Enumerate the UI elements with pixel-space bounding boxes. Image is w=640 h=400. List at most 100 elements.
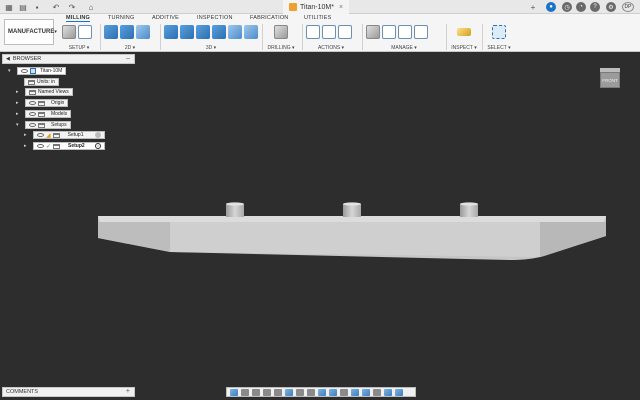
tab-milling[interactable]: MILLING [66,15,91,22]
named-views-pill[interactable]: Named Views [25,88,73,96]
tree-root-pill[interactable]: Titan-10M [17,67,67,75]
expand-arrow-icon[interactable]: ▸ [16,111,22,117]
boss-feature-right[interactable] [460,202,478,217]
add-comment-icon[interactable]: + [126,388,130,395]
visibility-eye-icon[interactable] [29,112,36,116]
boss-feature-left[interactable] [226,202,244,217]
post-library-icon[interactable] [398,25,412,39]
visibility-eye-icon[interactable] [21,69,28,73]
manage-group-label[interactable]: MANAGE ▾ [366,45,442,51]
radial-icon[interactable] [228,25,242,39]
setup1-pill[interactable]: ◢ Setup1 [33,131,105,139]
scallop-icon[interactable] [212,25,226,39]
part-body[interactable] [98,216,606,260]
tab-utilities[interactable]: UTILITIES [304,15,331,21]
viewcube-front-face[interactable]: FRONT [600,72,620,88]
stock-display-icon[interactable] [373,388,381,396]
comments-panel-header[interactable]: COMMENTS + [2,387,135,397]
expand-arrow-icon[interactable]: ▸ [16,100,22,106]
3d-pocket-icon[interactable] [180,25,194,39]
tab-inspection[interactable]: INSPECTION [197,15,233,21]
settings-icon[interactable]: ⚙ [606,2,616,12]
visibility-eye-icon[interactable] [29,101,36,105]
parallel-icon[interactable] [244,25,258,39]
2d-group-label[interactable]: 2D ▾ [104,45,156,51]
simulate-icon[interactable] [306,25,320,39]
close-tab-icon[interactable]: × [339,4,343,11]
document-tab[interactable]: Titan-10M* × [283,0,350,14]
setup-sheet-icon[interactable] [78,25,92,39]
boss-feature-center[interactable] [343,202,361,217]
help-icon[interactable]: ? [590,2,600,12]
expand-arrow-icon[interactable]: ▸ [24,132,30,138]
expand-arrow-icon[interactable]: ▾ [8,68,14,74]
tree-item-setup1[interactable]: ▸ ◢ Setup1 [24,131,105,139]
grid-settings-icon[interactable] [296,388,304,396]
collapse-panel-icon[interactable]: – [126,55,130,62]
environment-icon[interactable] [340,388,348,396]
file-menu-icon[interactable]: ▤ [18,2,28,12]
pan-icon[interactable] [252,388,260,396]
redo-icon[interactable]: ↷ [66,2,78,12]
zoom-icon[interactable] [263,388,271,396]
drill-icon[interactable] [274,25,288,39]
models-pill[interactable]: Models [25,110,72,118]
setup-group-label[interactable]: SETUP ▾ [62,45,96,51]
job-status-icon[interactable]: ● [546,2,556,12]
face-icon[interactable] [136,25,150,39]
bell-icon[interactable]: ◔ [576,2,586,12]
tab-turning[interactable]: TURNING [108,15,134,21]
look-at-icon[interactable] [241,388,249,396]
apps-grid-icon[interactable]: ▦ [4,2,14,12]
new-setup-icon[interactable] [62,25,76,39]
orbit-icon[interactable] [230,388,238,396]
tab-fabrication[interactable]: FABRICATION [250,15,288,21]
viewports-icon[interactable] [307,388,315,396]
camera-icon[interactable] [318,388,326,396]
tree-root[interactable]: ▾ Titan-10M [8,67,67,75]
chevron-down-icon[interactable]: ◀ [6,56,10,62]
setups-pill[interactable]: Setups [25,121,71,129]
actions-group-label[interactable]: ACTIONS ▾ [306,45,356,51]
tree-item-origin[interactable]: ▸ Origin [16,99,69,107]
tab-additive[interactable]: ADDITIVE [152,15,179,21]
undo-icon[interactable]: ↶ [50,2,62,12]
browser-panel-header[interactable]: ◀ BROWSER – [2,54,135,64]
2d-adaptive-icon[interactable] [104,25,118,39]
section-analysis-icon[interactable] [362,388,370,396]
workspace-switcher[interactable]: MANUFACTURE ▾ [4,19,57,45]
select-cursor-icon[interactable] [492,25,506,39]
home-icon[interactable]: ⌂ [86,2,96,12]
user-avatar[interactable]: DP [622,2,634,12]
tree-item-units[interactable]: Units: in [24,78,60,86]
notifications-icon[interactable]: ◷ [562,2,572,12]
fit-icon[interactable] [274,388,282,396]
visibility-eye-icon[interactable] [37,133,44,137]
task-manager-icon[interactable] [414,25,428,39]
2d-pocket-icon[interactable] [120,25,134,39]
tool-library-icon[interactable] [366,25,380,39]
3d-group-label[interactable]: 3D ▾ [164,45,258,51]
display-settings-icon[interactable] [285,388,293,396]
new-tab-icon[interactable]: + [528,2,538,12]
measure-icon[interactable] [457,28,471,36]
post-process-icon[interactable] [322,25,336,39]
template-library-icon[interactable] [382,25,396,39]
select-group-label[interactable]: SELECT ▾ [486,45,512,51]
visibility-eye-icon[interactable] [29,123,36,127]
tree-item-named-views[interactable]: ▸ Named Views [16,88,73,96]
inspect-group-label[interactable]: INSPECT ▾ [450,45,478,51]
setup-sheet-doc-icon[interactable] [338,25,352,39]
setup2-pill[interactable]: ✓ Setup2 [33,142,105,150]
origin-pill[interactable]: Origin [25,99,69,107]
tree-item-setups[interactable]: ▾ Setups [16,121,71,129]
expand-arrow-icon[interactable]: ▸ [16,89,22,95]
tree-item-models[interactable]: ▸ Models [16,110,72,118]
steep-shallow-icon[interactable] [196,25,210,39]
visual-style-icon[interactable] [329,388,337,396]
tree-item-setup2[interactable]: ▸ ✓ Setup2 [24,142,105,150]
3d-adaptive-icon[interactable] [164,25,178,39]
save-icon[interactable]: ▪ [32,2,42,12]
effects-icon[interactable] [351,388,359,396]
expand-arrow-icon[interactable]: ▾ [16,122,22,128]
